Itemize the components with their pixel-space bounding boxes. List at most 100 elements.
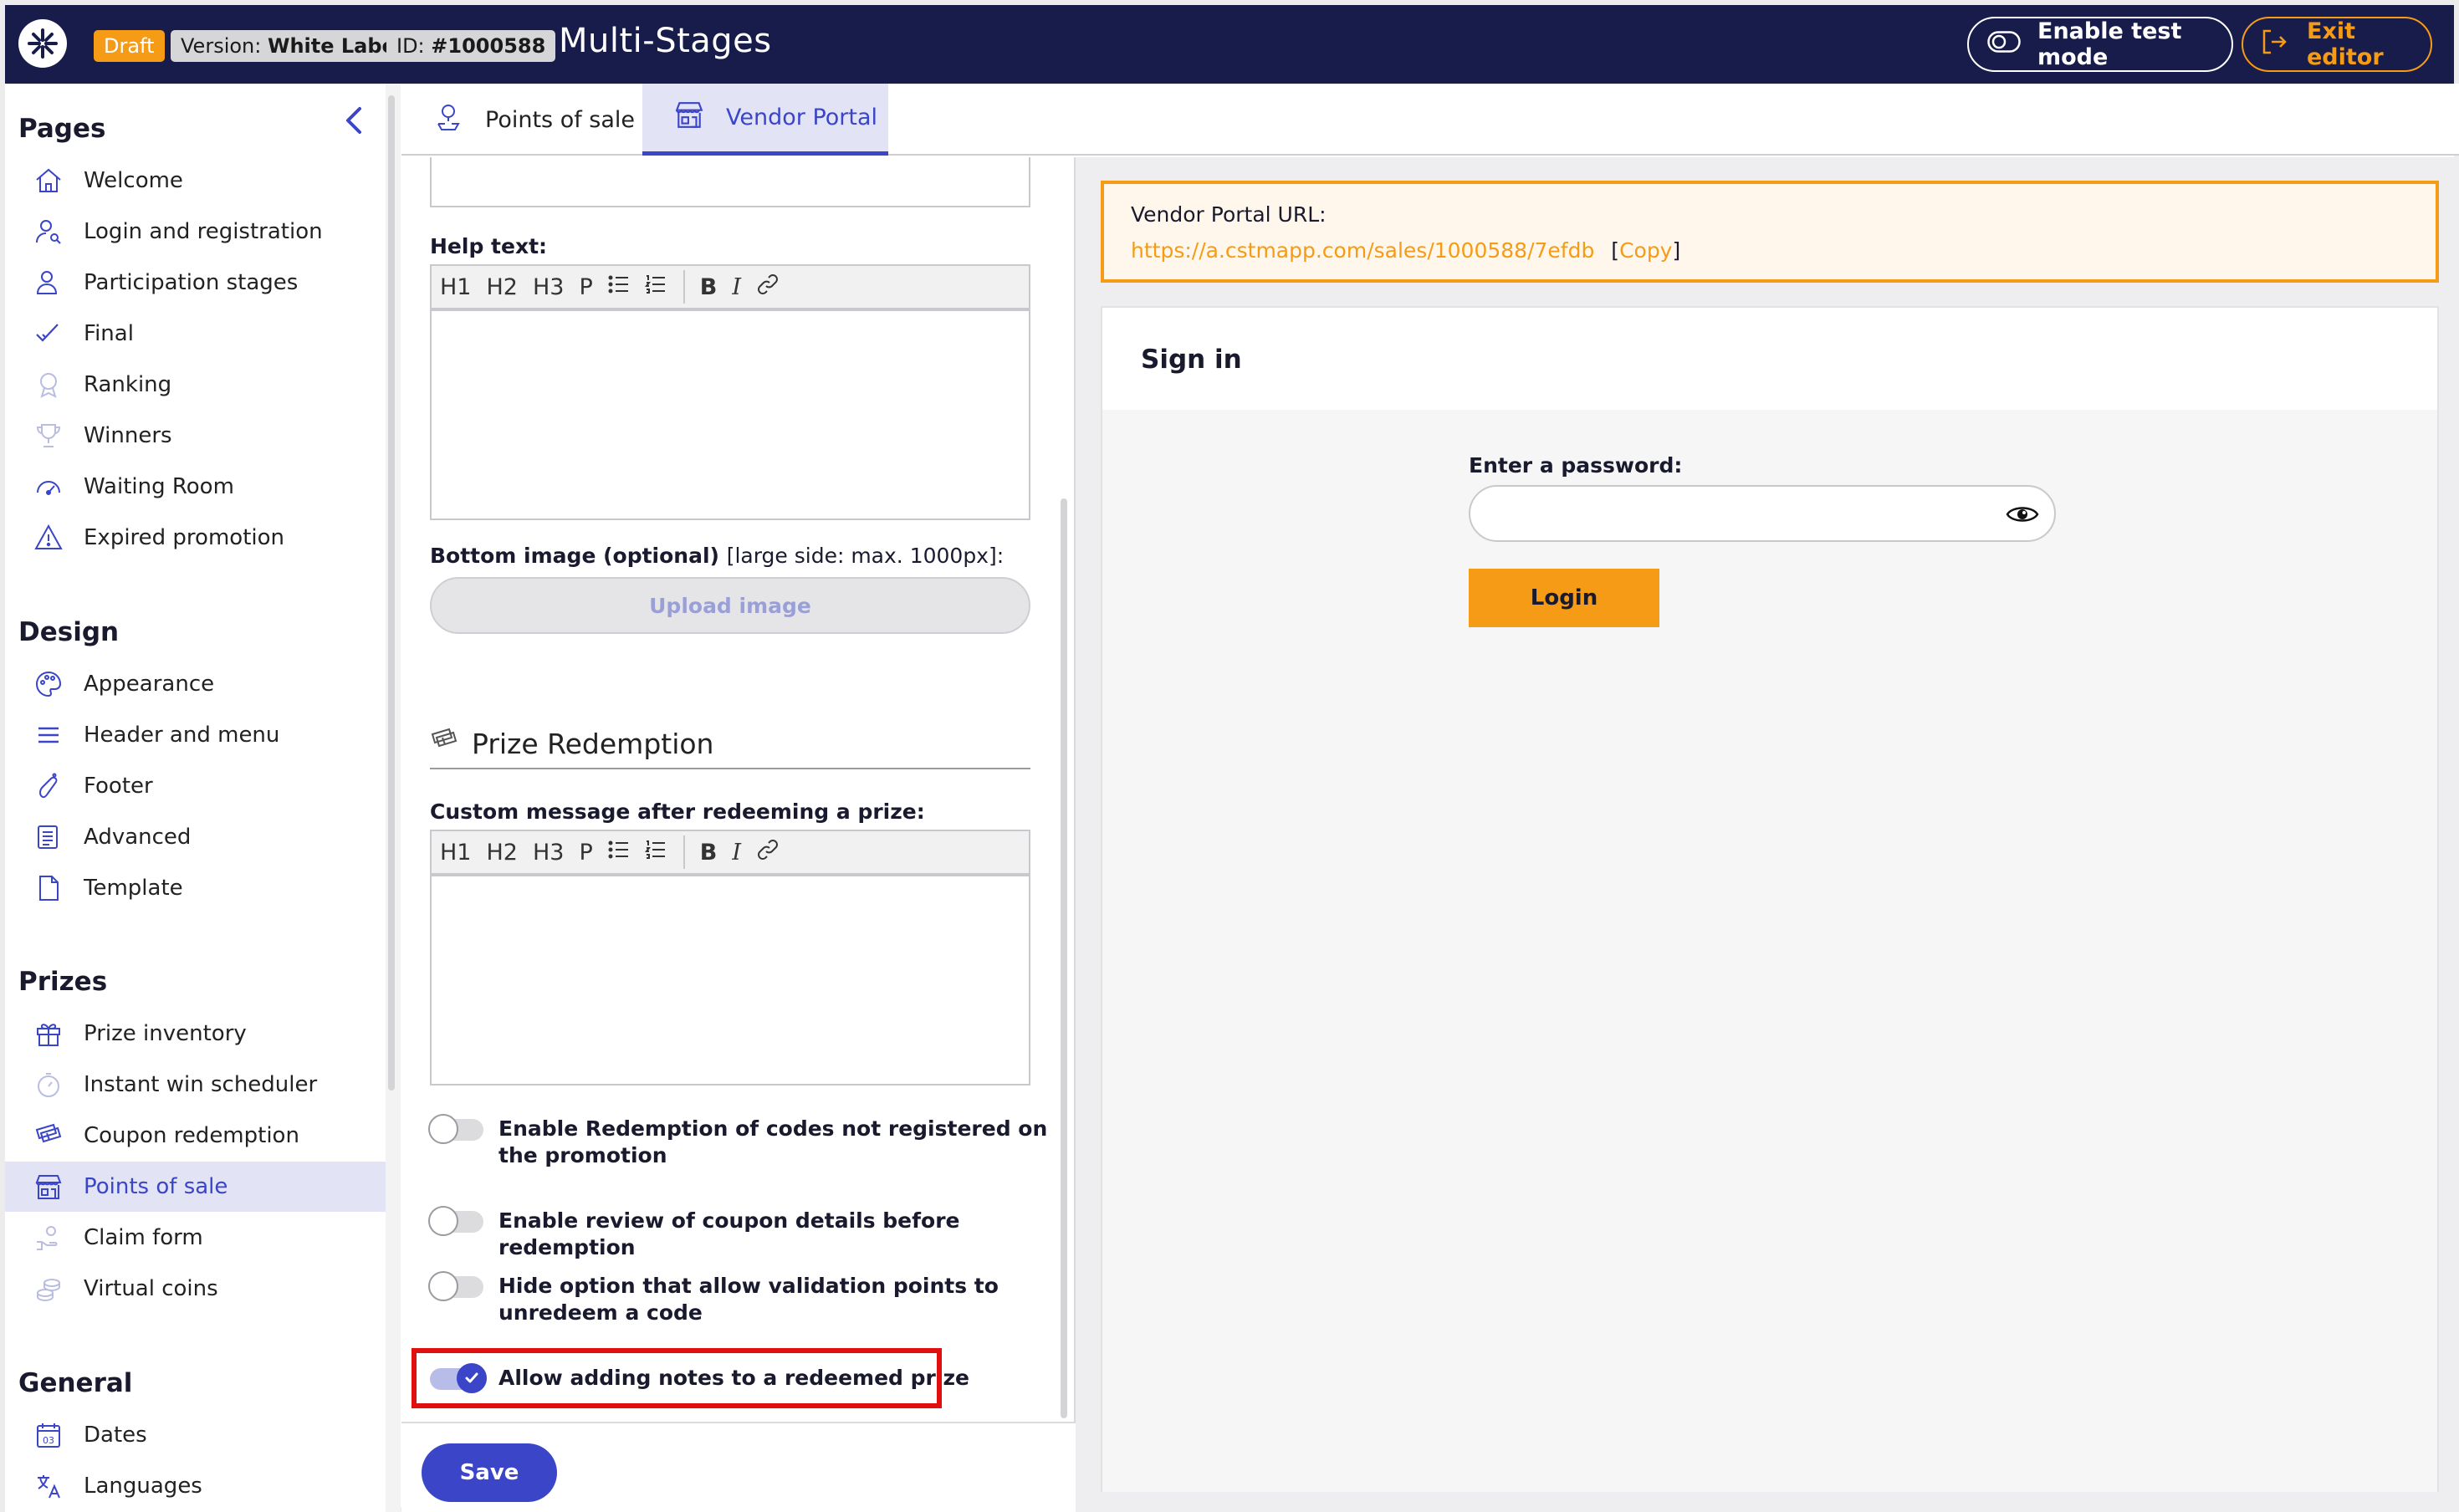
trophy-icon: [32, 419, 65, 452]
toggle-row-unregistered-codes: Enable Redemption of codes not registere…: [428, 1114, 1049, 1169]
tab-label: Points of sale: [485, 106, 636, 133]
sidebar-item-dates[interactable]: 03 Dates: [5, 1410, 386, 1460]
link-icon[interactable]: [756, 273, 780, 302]
toggle-row-hide-unredeem: Hide option that allow validation points…: [428, 1271, 1049, 1326]
sidebar-item-prize-inventory[interactable]: Prize inventory: [5, 1009, 386, 1059]
sidebar-item-label: Advanced: [84, 825, 192, 850]
h3-button[interactable]: H3: [533, 274, 564, 300]
sidebar-item-appearance[interactable]: Appearance: [5, 659, 386, 709]
help-text-toolbar: H1 H2 H3 P B I: [430, 264, 1030, 309]
vendor-portal-url-box: Vendor Portal URL: https://a.cstmapp.com…: [1101, 181, 2439, 283]
version-value: White Label: [267, 34, 403, 58]
italic-button[interactable]: I: [732, 274, 741, 300]
user-key-icon: [32, 215, 65, 248]
bold-button[interactable]: B: [700, 274, 718, 300]
sidebar-item-expired-promotion[interactable]: Expired promotion: [5, 513, 386, 563]
review-coupon-toggle[interactable]: [428, 1206, 483, 1236]
link-icon[interactable]: [756, 838, 780, 867]
h2-button[interactable]: H2: [486, 274, 517, 300]
sidebar-item-advanced[interactable]: Advanced: [5, 812, 386, 862]
paragraph-button[interactable]: P: [579, 274, 592, 300]
previous-editor-bottom[interactable]: [430, 157, 1030, 207]
section-design: Design: [18, 617, 120, 647]
paragraph-button[interactable]: P: [579, 840, 592, 866]
eye-icon[interactable]: [2006, 502, 2039, 530]
toggle-knob: [428, 1114, 458, 1144]
calendar-icon: 03: [32, 1418, 65, 1452]
tab-points-of-sale[interactable]: Points of sale: [401, 84, 642, 156]
sidebar-item-virtual-coins[interactable]: Virtual coins: [5, 1264, 386, 1314]
file-icon: [32, 871, 65, 905]
sidebar-item-final[interactable]: Final: [5, 309, 386, 359]
sidebar-item-footer[interactable]: Footer: [5, 761, 386, 811]
save-button[interactable]: Save: [422, 1443, 557, 1502]
numbered-list-icon[interactable]: [644, 273, 667, 301]
sidebar-item-welcome[interactable]: Welcome: [5, 156, 386, 206]
toggle-icon: [1987, 30, 2021, 59]
collapse-sidebar-icon[interactable]: [341, 104, 366, 137]
toggle-knob: [428, 1271, 458, 1301]
password-label: Enter a password:: [1469, 453, 1683, 478]
unregistered-codes-toggle[interactable]: [428, 1114, 483, 1144]
url-line: https://a.cstmapp.com/sales/1000588/7efd…: [1131, 238, 2409, 263]
url-label: Vendor Portal URL:: [1131, 202, 1327, 227]
sidebar-item-header-menu[interactable]: Header and menu: [5, 710, 386, 760]
section-pages: Pages: [18, 114, 106, 144]
sidebar-item-instant-win-scheduler[interactable]: Instant win scheduler: [5, 1060, 386, 1110]
bold-button[interactable]: B: [700, 840, 718, 866]
h2-button[interactable]: H2: [486, 840, 517, 866]
id-badge: ID: #1000588: [386, 30, 556, 62]
sidebar-item-label: Template: [84, 876, 183, 901]
h1-button[interactable]: H1: [440, 274, 471, 300]
user-icon: [32, 266, 65, 299]
coupon-icon: [32, 1119, 65, 1152]
sidebar-item-claim-form[interactable]: Claim form: [5, 1213, 386, 1263]
tab-bar: Points of sale Vendor Portal: [401, 84, 2459, 156]
vendor-portal-url-link[interactable]: https://a.cstmapp.com/sales/1000588/7efd…: [1131, 238, 1594, 263]
test-mode-label: Enable test mode: [2037, 18, 2182, 70]
h1-button[interactable]: H1: [440, 840, 471, 866]
app-window: Draft Version: White Label ID: #1000588 …: [0, 0, 2459, 1512]
login-button[interactable]: Login: [1469, 569, 1659, 627]
italic-button[interactable]: I: [732, 840, 741, 866]
sidebar-item-waiting-room[interactable]: Waiting Room: [5, 462, 386, 512]
hide-unredeem-toggle[interactable]: [428, 1271, 483, 1301]
sidebar-item-label: Coupon redemption: [84, 1123, 299, 1148]
sidebar-item-coupon-redemption[interactable]: Coupon redemption: [5, 1111, 386, 1161]
enable-test-mode-button[interactable]: Enable test mode: [1967, 17, 2233, 72]
vendor-portal-preview: Vendor Portal URL: https://a.cstmapp.com…: [1076, 157, 2459, 1512]
sidebar-item-label: Login and registration: [84, 219, 323, 244]
highlight-box: [412, 1348, 942, 1408]
version-prefix: Version:: [181, 34, 262, 58]
save-bar: Save: [401, 1422, 1076, 1512]
sidebar-item-template[interactable]: Template: [5, 863, 386, 913]
sidebar-item-login[interactable]: Login and registration: [5, 207, 386, 257]
h3-button[interactable]: H3: [533, 840, 564, 866]
exit-editor-button[interactable]: Exit editor: [2242, 17, 2432, 72]
exit-editor-label: Exit editor: [2307, 18, 2384, 70]
store-icon: [674, 100, 704, 135]
upload-image-button[interactable]: Upload image: [430, 577, 1030, 634]
sidebar-item-label: Welcome: [84, 168, 183, 193]
sidebar-item-points-of-sale[interactable]: Points of sale: [5, 1162, 386, 1212]
help-text-editor[interactable]: [430, 309, 1030, 520]
copy-link[interactable]: Copy: [1619, 238, 1672, 263]
tab-vendor-portal[interactable]: Vendor Portal: [642, 84, 888, 156]
id-value: #1000588: [431, 34, 546, 58]
password-input[interactable]: [1469, 485, 2056, 542]
sidebar-scrollbar[interactable]: [388, 95, 395, 1091]
sidebar-item-winners[interactable]: Winners: [5, 411, 386, 461]
sidebar-item-ranking[interactable]: Ranking: [5, 360, 386, 410]
sidebar-item-languages[interactable]: Languages: [5, 1461, 386, 1511]
form-scrollbar[interactable]: [1061, 498, 1067, 1418]
app-logo-icon[interactable]: [18, 19, 67, 68]
sidebar-item-label: Footer: [84, 774, 153, 799]
bullet-list-icon[interactable]: [608, 839, 630, 866]
sidebar-item-label: Instant win scheduler: [84, 1072, 318, 1097]
numbered-list-icon[interactable]: [644, 839, 667, 866]
home-icon: [32, 164, 65, 197]
bullet-list-icon[interactable]: [608, 273, 630, 301]
toggle-label: Enable Redemption of codes not registere…: [498, 1116, 1048, 1167]
sidebar-item-participation-stages[interactable]: Participation stages: [5, 258, 386, 308]
custom-message-editor[interactable]: [430, 875, 1030, 1085]
